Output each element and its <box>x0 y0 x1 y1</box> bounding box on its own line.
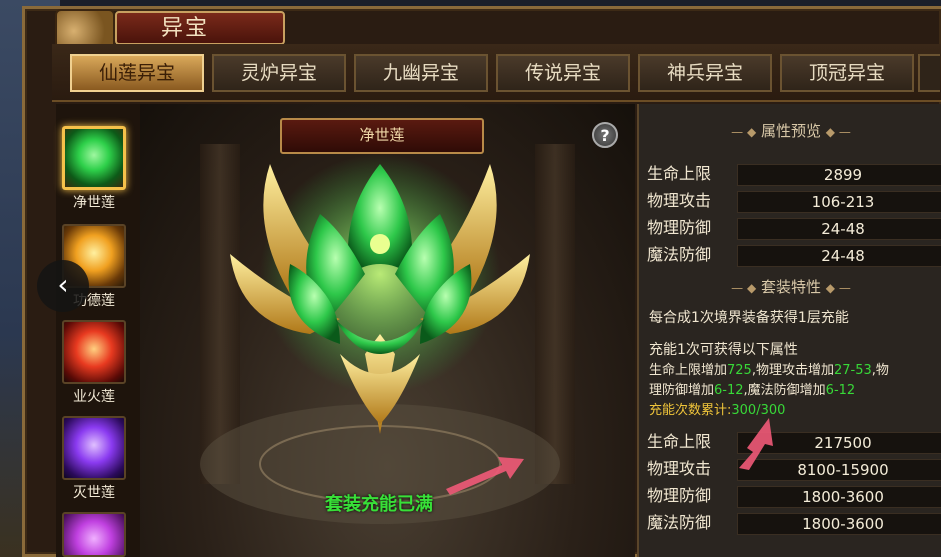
pointer-arrow-icon <box>446 457 524 495</box>
total-value: 1800-3600 <box>737 513 941 535</box>
total-label: 物理防御 <box>647 486 712 505</box>
bonus-value: 725 <box>727 363 752 378</box>
divider-icon: ◆ — <box>825 281 851 295</box>
total-label: 生命上限 <box>647 432 712 451</box>
pointer-arrow-icon <box>739 418 773 470</box>
prev-arrow-icon[interactable]: ‹ <box>37 260 89 312</box>
bonus-text: 理防御增加 <box>649 383 715 398</box>
attr-value: 106-213 <box>737 191 941 213</box>
lotus-list: 净世莲 功德莲 业火莲 灭世莲 <box>56 104 156 557</box>
bonus-text: ,物理攻击增加 <box>751 363 834 378</box>
lotus-item-jingshi[interactable]: 净世莲 <box>62 126 132 212</box>
tab-bar: 仙莲异宝 灵炉异宝 九幽异宝 传说异宝 神兵异宝 顶冠异宝 <box>52 44 941 102</box>
attr-row: 生命上限 2899 <box>647 163 941 186</box>
lotus-label: 灭世莲 <box>73 485 115 501</box>
lotus-label: 净世莲 <box>73 195 115 211</box>
charge-bonus-line-2: 理防御增加6-12,魔法防御增加6-12 <box>649 381 855 401</box>
total-row: 魔法防御 1800-3600 <box>647 512 941 535</box>
attr-label: 物理攻击 <box>647 191 712 210</box>
green-lotus-icon <box>62 126 126 190</box>
window-title: 异宝 <box>115 11 285 45</box>
set-traits-header: — ◆ 套装特性 ◆ — <box>639 276 941 297</box>
total-row: 物理防御 1800-3600 <box>647 485 941 508</box>
attr-value: 24-48 <box>737 218 941 240</box>
attribute-preview-title: 属性预览 <box>760 122 821 140</box>
bonus-value: 27-53 <box>833 363 872 378</box>
attr-value: 24-48 <box>737 245 941 267</box>
bonus-value: 6-12 <box>825 383 856 398</box>
magenta-lotus-icon <box>62 512 126 557</box>
attr-row: 物理防御 24-48 <box>647 217 941 240</box>
purple-lotus-icon <box>62 416 126 480</box>
attr-label: 物理防御 <box>647 218 712 237</box>
tab-chuanshuo[interactable]: 传说异宝 <box>496 54 630 92</box>
attr-label: 生命上限 <box>647 164 712 183</box>
attribute-preview-header: — ◆ 属性预览 ◆ — <box>639 120 941 141</box>
tab-shenbing[interactable]: 神兵异宝 <box>638 54 772 92</box>
attr-row: 魔法防御 24-48 <box>647 244 941 267</box>
charge-intro: 充能1次可获得以下属性 <box>649 342 798 358</box>
total-label: 物理攻击 <box>647 459 712 478</box>
attribute-panel: — ◆ 属性预览 ◆ — 生命上限 2899 物理攻击 106-213 物理防御… <box>637 104 941 557</box>
set-description: 每合成1次境界装备获得1层充能 <box>649 310 849 326</box>
divider-icon: — ◆ <box>731 281 757 295</box>
red-lotus-icon <box>62 320 126 384</box>
tab-xianlian[interactable]: 仙莲异宝 <box>70 54 204 92</box>
bonus-text: 生命上限增加 <box>649 363 728 378</box>
total-label: 魔法防御 <box>647 513 712 532</box>
divider-icon: — ◆ <box>731 125 757 139</box>
tab-linglu[interactable]: 灵炉异宝 <box>212 54 346 92</box>
tab-jiuyou[interactable]: 九幽异宝 <box>354 54 488 92</box>
charge-bonus-line-1: 生命上限增加725,物理攻击增加27-53,物 <box>649 361 889 381</box>
tab-dingguan[interactable]: 顶冠异宝 <box>780 54 914 92</box>
divider-icon: ◆ — <box>825 125 851 139</box>
lotus-item-yehuo[interactable]: 业火莲 <box>62 320 132 406</box>
charge-full-status: 套装充能已满 <box>325 494 433 515</box>
lotus-display: 净世莲 ? 套装充能已满 <box>140 104 635 557</box>
attr-label: 魔法防御 <box>647 245 712 264</box>
attr-row: 物理攻击 106-213 <box>647 190 941 213</box>
lotus-label: 业火莲 <box>73 389 115 405</box>
tab-overflow[interactable] <box>918 54 940 92</box>
attr-value: 2899 <box>737 164 941 186</box>
lotus-item-5[interactable] <box>62 512 132 557</box>
set-traits-title: 套装特性 <box>760 278 821 296</box>
lotus-item-mieshi[interactable]: 灭世莲 <box>62 416 132 502</box>
bonus-text: ,魔法防御增加 <box>743 383 826 398</box>
bonus-text: ,物 <box>871 363 889 378</box>
bonus-value: 6-12 <box>714 383 744 398</box>
total-value: 1800-3600 <box>737 486 941 508</box>
